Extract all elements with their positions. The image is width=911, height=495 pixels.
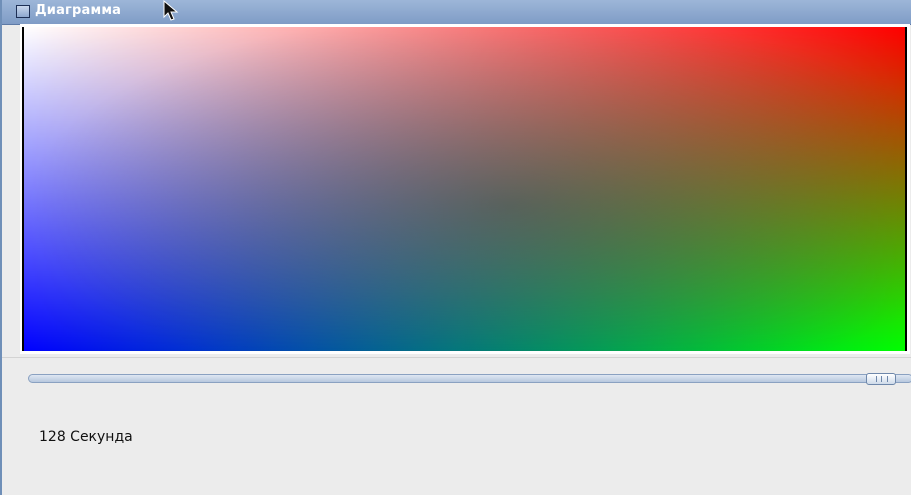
slider-track[interactable] [28, 374, 911, 383]
gradient-shade-layer [24, 27, 905, 351]
slider-thumb[interactable] [866, 373, 896, 385]
slider-grip-icon [876, 376, 888, 382]
time-label: 128 Секунда [39, 429, 133, 445]
divider [2, 357, 911, 358]
color-gradient-diagram [22, 27, 907, 351]
window-icon[interactable] [16, 5, 30, 18]
window-title: Диаграмма [35, 3, 122, 18]
window-titlebar[interactable]: Диаграмма [2, 0, 911, 25]
mouse-pointer-icon [163, 0, 179, 21]
diagram-window: Диаграмма 128 Секунда [0, 0, 911, 495]
time-slider[interactable] [28, 369, 911, 389]
